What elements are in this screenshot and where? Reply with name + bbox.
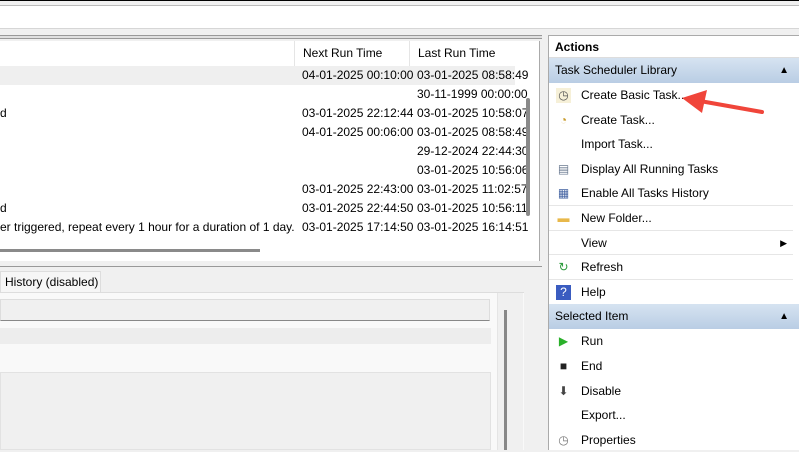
arrow-head (682, 90, 707, 113)
arrow-shaft (698, 99, 764, 114)
annotation-arrow (682, 90, 764, 114)
